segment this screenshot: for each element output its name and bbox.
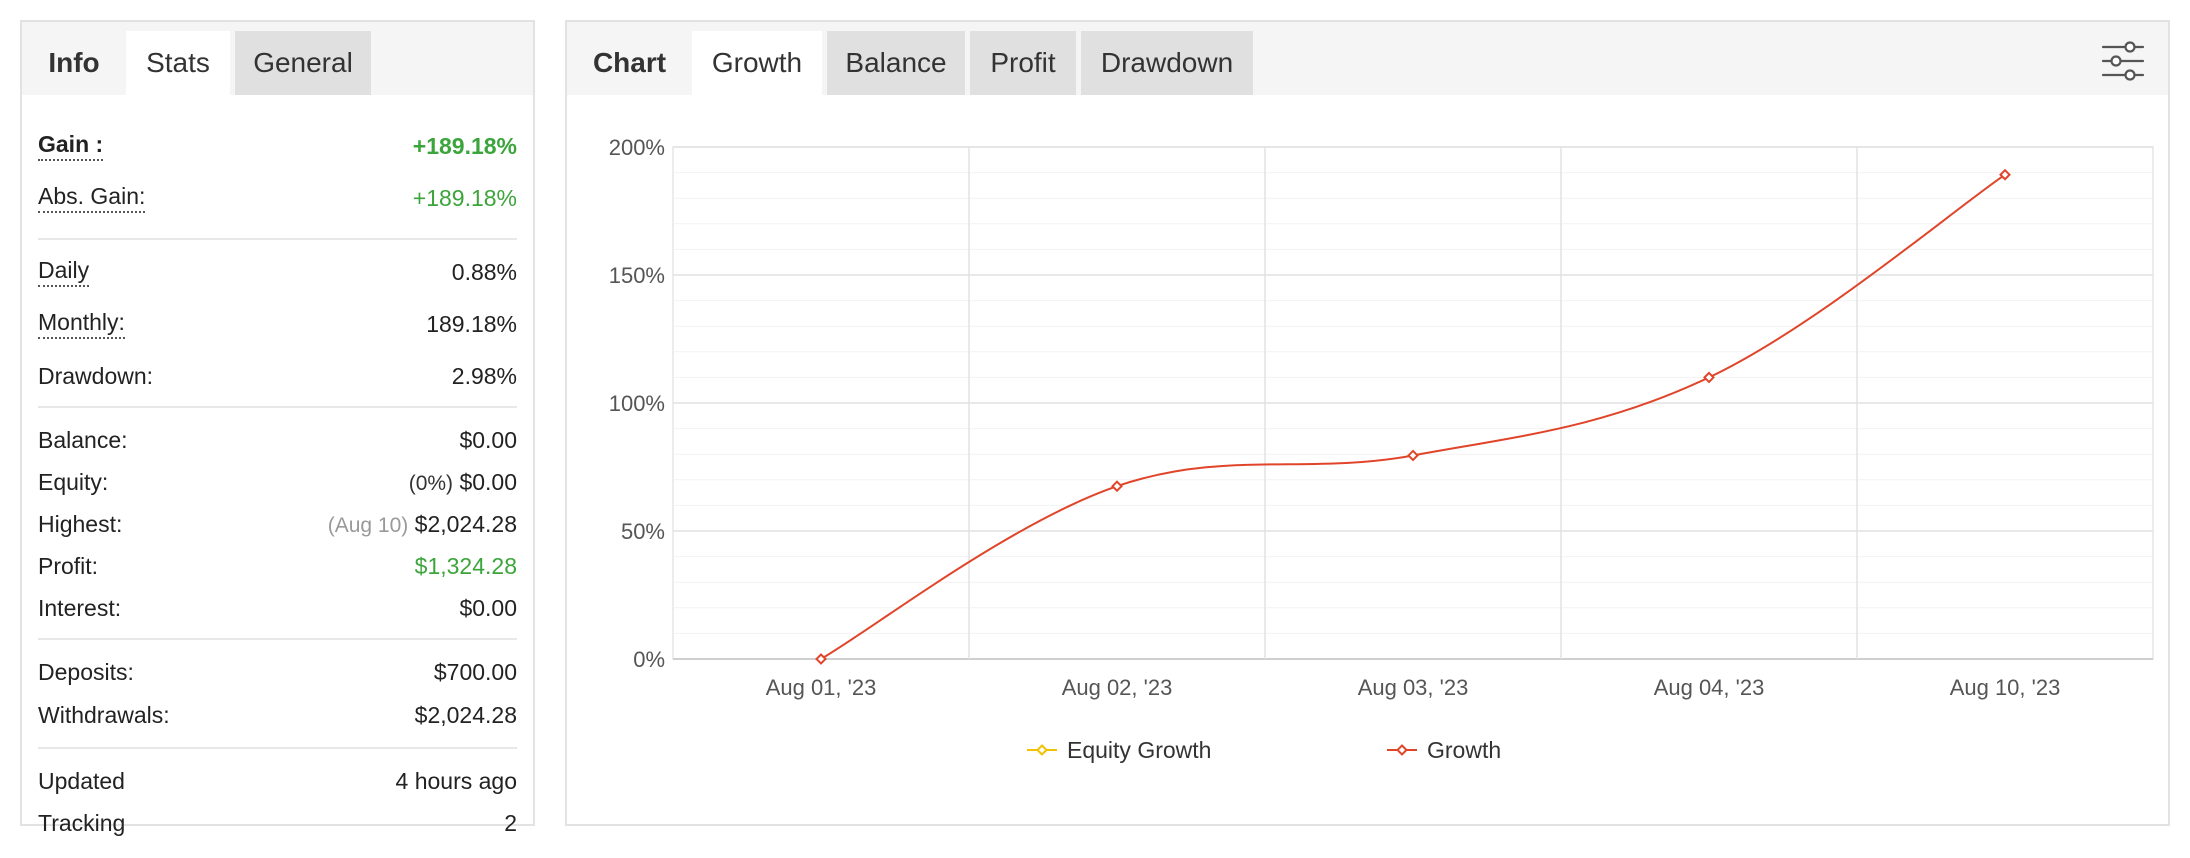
chart-tabbar: Chart Growth Balance Profit Drawdown [567, 22, 2168, 95]
stat-daily: Daily 0.88% [38, 252, 517, 292]
growth-chart: 0% 50% 100% 150% 200% Aug 01, '23 Aug 02, '23 A… [567, 95, 2168, 824]
legend-item-growth[interactable]: Growth [1387, 737, 1501, 763]
highest-value: $2,024.28 [414, 511, 517, 537]
sliders-icon[interactable] [2100, 38, 2146, 84]
balance-value: $0.00 [459, 427, 517, 453]
equity-value-group: (0%) $0.00 [409, 462, 517, 504]
stat-interest: Interest: $0.00 [38, 588, 517, 628]
stat-monthly: Monthly: 189.18% [38, 304, 517, 344]
legend-marker [1396, 744, 1408, 756]
abs-gain-label[interactable]: Abs. Gain: [38, 181, 146, 213]
equity-percent: (0%) [408, 472, 454, 495]
y-tick-label: 100% [609, 391, 665, 416]
legend-marker [1036, 744, 1048, 756]
tracking-value: 2 [504, 810, 517, 836]
profit-value: $1,324.28 [414, 553, 517, 579]
stat-deposits: Deposits: $700.00 [38, 652, 517, 692]
gain-value: +189.18% [412, 133, 517, 159]
abs-gain-value: +189.18% [412, 185, 517, 211]
equity-value: $0.00 [459, 469, 517, 495]
monthly-label[interactable]: Monthly: [38, 307, 125, 339]
divider [38, 238, 517, 240]
profit-label: Profit: [38, 553, 99, 579]
legend-label: Growth [1427, 737, 1501, 763]
legend-item-equity-growth[interactable]: Equity Growth [1027, 737, 1211, 763]
x-tick-label: Aug 10, '23 [1950, 675, 2061, 700]
stat-withdrawals: Withdrawals: $2,024.28 [38, 695, 517, 735]
gain-label[interactable]: Gain : [38, 129, 104, 161]
divider [38, 406, 517, 408]
x-tick-label: Aug 02, '23 [1062, 675, 1173, 700]
tab-profit[interactable]: Profit [970, 31, 1076, 95]
growth-chart-svg: 0% 50% 100% 150% 200% Aug 01, '23 Aug 02, '23 A… [609, 135, 2154, 763]
legend-label: Equity Growth [1067, 737, 1211, 763]
drawdown-value: 2.98% [451, 363, 517, 389]
highest-date: (Aug 10) [327, 514, 409, 537]
tab-chart[interactable]: Chart [567, 31, 692, 95]
y-tick-label: 0% [633, 647, 665, 672]
stat-updated: Updated 4 hours ago [38, 761, 517, 801]
stat-profit: Profit: $1,324.28 [38, 546, 517, 586]
highest-value-group: (Aug 10) $2,024.28 [328, 504, 517, 546]
withdrawals-value: $2,024.28 [414, 702, 517, 728]
stat-abs-gain: Abs. Gain: +189.18% [38, 178, 517, 218]
tracking-label: Tracking [38, 810, 126, 836]
deposits-value: $700.00 [433, 659, 517, 685]
chart-panel: Chart Growth Balance Profit Drawdown 0% 5… [565, 20, 2170, 826]
daily-value: 0.88% [451, 259, 517, 285]
daily-label[interactable]: Daily [38, 255, 90, 287]
y-tick-label: 50% [621, 519, 665, 544]
stat-drawdown: Drawdown: 2.98% [38, 356, 517, 396]
deposits-label: Deposits: [38, 659, 134, 685]
stats-tabbar: Info Stats General [22, 22, 533, 95]
stats-panel: Info Stats General Gain : +189.18% Abs. … [20, 20, 535, 836]
y-tick-label: 200% [609, 135, 665, 160]
stat-highest: Highest: (Aug 10) $2,024.28 [38, 504, 517, 544]
stats-list: Gain : +189.18% Abs. Gain: +189.18% Dail… [22, 95, 533, 836]
equity-label: Equity: [38, 469, 109, 495]
stat-balance: Balance: $0.00 [38, 420, 517, 460]
drawdown-label: Drawdown: [38, 363, 154, 389]
updated-label: Updated [38, 768, 125, 794]
stat-tracking: Tracking 2 [38, 803, 517, 843]
x-tick-label: Aug 04, '23 [1654, 675, 1765, 700]
divider [38, 747, 517, 749]
x-tick-label: Aug 03, '23 [1358, 675, 1469, 700]
stat-gain: Gain : +189.18% [38, 126, 517, 166]
tab-stats[interactable]: Stats [126, 31, 230, 95]
tab-drawdown[interactable]: Drawdown [1081, 31, 1253, 95]
y-tick-label: 150% [609, 263, 665, 288]
x-tick-label: Aug 01, '23 [766, 675, 877, 700]
withdrawals-label: Withdrawals: [38, 702, 170, 728]
tab-info[interactable]: Info [22, 31, 126, 95]
divider [38, 638, 517, 640]
interest-value: $0.00 [459, 595, 517, 621]
tab-growth[interactable]: Growth [692, 31, 822, 95]
tab-balance[interactable]: Balance [827, 31, 965, 95]
balance-label: Balance: [38, 427, 128, 453]
stat-equity: Equity: (0%) $0.00 [38, 462, 517, 502]
tab-general[interactable]: General [235, 31, 371, 95]
chart-legend[interactable]: Equity Growth Growth [1027, 737, 1501, 763]
chart-grid [672, 146, 2154, 660]
highest-label: Highest: [38, 511, 123, 537]
interest-label: Interest: [38, 595, 122, 621]
updated-value: 4 hours ago [395, 768, 517, 794]
monthly-value: 189.18% [426, 311, 517, 337]
